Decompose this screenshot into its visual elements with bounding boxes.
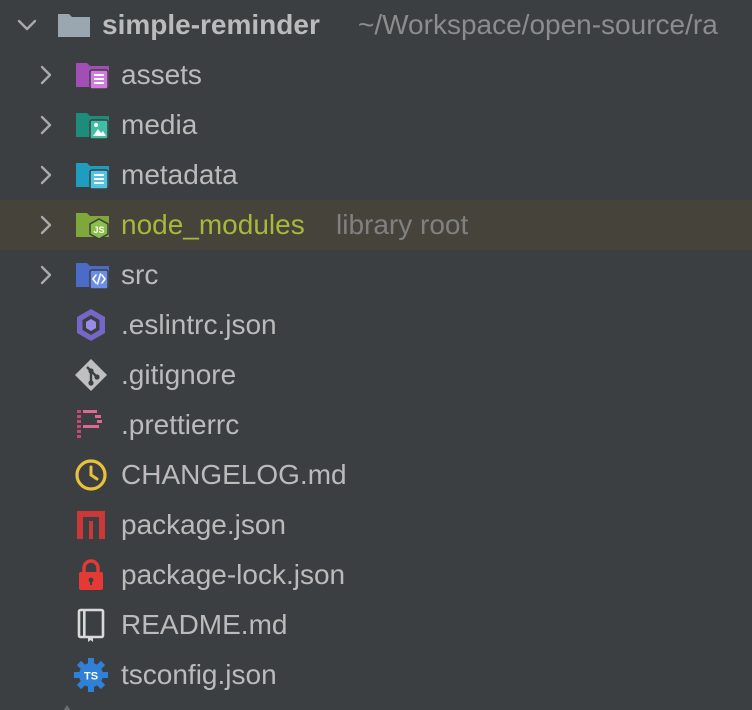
tree-item-label: package.json	[121, 509, 287, 540]
tree-item-label: .eslintrc.json	[121, 309, 277, 340]
tree-item-package-json[interactable]: package.json	[0, 500, 752, 550]
resources-folder-icon	[76, 63, 109, 90]
tree-item-media[interactable]: media	[0, 100, 752, 150]
chevron-down-icon[interactable]	[17, 15, 37, 35]
folder-icon	[58, 14, 90, 37]
tree-item-eslintrc[interactable]: .eslintrc.json	[0, 300, 752, 350]
tree-item-label: node_modules	[121, 209, 305, 240]
tree-item-label: package-lock.json	[121, 559, 346, 590]
changelog-clock-icon	[75, 459, 107, 491]
project-name: simple-reminder	[102, 9, 320, 40]
eslint-icon	[77, 309, 105, 341]
chevron-right-icon[interactable]	[36, 65, 56, 85]
tree-item-label: src	[121, 259, 159, 290]
tree-item-label: metadata	[121, 159, 238, 190]
tree-item-package-lock[interactable]: package-lock.json	[0, 550, 752, 600]
image-folder-icon	[76, 113, 109, 140]
chevron-right-icon[interactable]	[36, 265, 56, 285]
tree-item-label: tsconfig.json	[121, 659, 277, 690]
project-tree: simple-reminder ~/Workspace/open-source/…	[0, 0, 752, 710]
npm-icon	[77, 511, 105, 539]
tree-item-metadata[interactable]: metadata	[0, 150, 752, 200]
tree-item-node-modules[interactable]: JS node_modules library root	[0, 200, 752, 250]
tree-item-label: .gitignore	[121, 359, 237, 390]
node-modules-folder-icon: JS	[76, 213, 109, 240]
tree-item-label: README.md	[121, 609, 288, 640]
library-root-hint: library root	[336, 209, 469, 240]
project-path: ~/Workspace/open-source/ra	[358, 9, 718, 40]
tree-item-label: CHANGELOG.md	[121, 459, 347, 490]
chevron-right-icon[interactable]	[36, 165, 56, 185]
tree-item-changelog[interactable]: CHANGELOG.md	[0, 450, 752, 500]
tree-item-prettierrc[interactable]: .prettierrc	[0, 400, 752, 450]
chevron-right-icon[interactable]	[36, 215, 56, 235]
lock-icon	[79, 559, 103, 590]
partial-row-icon	[63, 705, 71, 710]
project-root-row[interactable]: simple-reminder ~/Workspace/open-source/…	[0, 0, 752, 50]
tree-item-readme[interactable]: README.md	[0, 600, 752, 650]
typescript-config-icon: TS	[74, 658, 108, 692]
metadata-folder-icon	[76, 163, 109, 190]
tree-item-label: media	[121, 109, 198, 140]
chevron-right-icon[interactable]	[36, 115, 56, 135]
tree-item-src[interactable]: src	[0, 250, 752, 300]
tree-item-assets[interactable]: assets	[0, 50, 752, 100]
readme-book-icon	[77, 608, 105, 642]
git-icon	[75, 359, 107, 391]
svg-text:JS: JS	[93, 225, 104, 235]
prettier-icon	[77, 410, 102, 438]
tree-item-label: assets	[121, 59, 202, 90]
tree-item-tsconfig[interactable]: TS tsconfig.json	[0, 650, 752, 700]
source-folder-icon	[76, 263, 109, 290]
tree-item-label: .prettierrc	[121, 409, 240, 440]
tree-item-gitignore[interactable]: .gitignore	[0, 350, 752, 400]
svg-text:TS: TS	[84, 671, 98, 683]
